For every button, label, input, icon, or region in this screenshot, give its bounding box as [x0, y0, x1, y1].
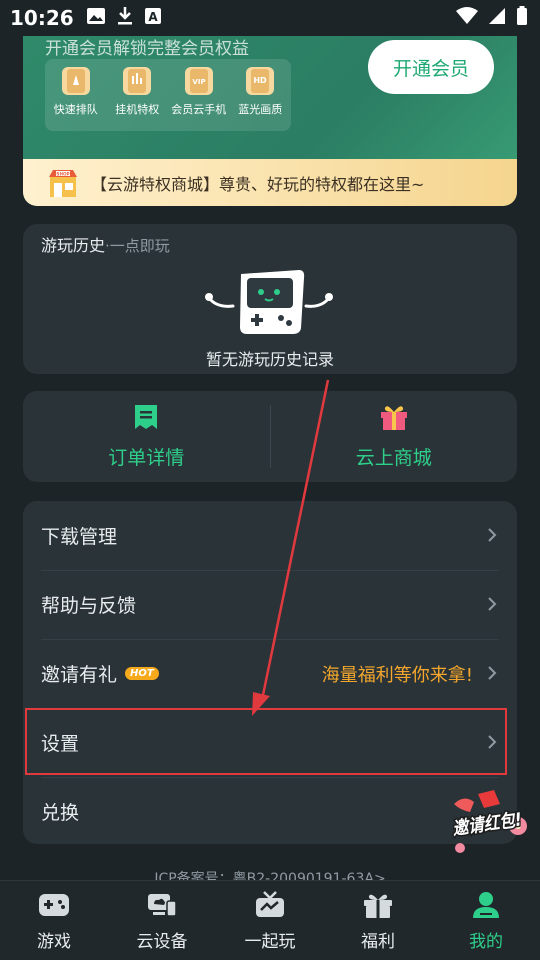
- profile-icon: [470, 891, 502, 923]
- perk-label: 挂机特权: [115, 103, 160, 116]
- perk-vip-phone: VIP 会员云手机: [171, 67, 227, 117]
- hangup-phone-icon: [123, 67, 152, 95]
- nav-tab-mine[interactable]: 我的: [432, 881, 540, 960]
- nav-label: 福利: [361, 932, 395, 952]
- nav-label: 云设备: [136, 932, 188, 952]
- perk-fast-queue: 快速排队: [48, 67, 104, 117]
- cloud-device-icon: [146, 891, 178, 923]
- history-empty-text: 暂无游玩历史记录: [205, 350, 334, 369]
- settings-menu-card: 下载管理 帮助与反馈 邀请有礼 HOT 海量福利等你来拿! 设置 兑换: [23, 501, 517, 844]
- battery-icon: [516, 6, 528, 30]
- wifi-icon: [456, 7, 478, 29]
- member-subtitle: 开通会员解锁完整会员权益: [45, 39, 249, 59]
- chevron-right-icon: [487, 665, 497, 681]
- menu-label: 兑换: [41, 802, 80, 824]
- cloud-mall-button[interactable]: 云上商城: [271, 391, 518, 482]
- perk-bluray: HD 蓝光画质: [232, 67, 288, 117]
- open-membership-button[interactable]: 开通会员: [368, 40, 494, 94]
- member-card[interactable]: 开通会员解锁完整会员权益 快速排队 挂机特权 VIP 会员云手机 HD 蓝光画质: [23, 36, 517, 206]
- shop-icon: SHOP: [47, 167, 79, 199]
- status-bar: 10:26 A: [0, 0, 540, 36]
- perk-hangup: 挂机特权: [109, 67, 165, 117]
- tv-icon: [254, 891, 286, 923]
- menu-label: 下载管理: [41, 526, 118, 548]
- nav-label: 我的: [469, 932, 503, 952]
- invite-float-text: 邀请红包!: [451, 809, 523, 840]
- signal-icon: [488, 7, 506, 29]
- perk-label: 会员云手机: [171, 103, 227, 116]
- vip-phone-icon: VIP: [184, 67, 213, 95]
- shop-icon-label: SHOP: [56, 171, 69, 176]
- nav-tab-cloud-device[interactable]: 云设备: [108, 881, 216, 960]
- cloud-mall-label: 云上商城: [355, 447, 432, 469]
- nav-label: 一起玩: [244, 932, 296, 952]
- nav-tab-play-together[interactable]: 一起玩: [216, 881, 324, 960]
- quick-actions-card: 订单详情 云上商城: [23, 391, 517, 482]
- gift-icon: [362, 891, 394, 923]
- nav-tab-games[interactable]: 游戏: [0, 881, 108, 960]
- status-time: 10:26: [10, 6, 74, 30]
- history-title-text: 游玩历史: [41, 236, 106, 255]
- rocket-phone-icon: [61, 67, 90, 95]
- invite-red-packet-button[interactable]: 邀请红包!: [448, 790, 532, 862]
- hd-phone-icon: HD: [246, 67, 275, 95]
- menu-item-invite[interactable]: 邀请有礼 HOT 海量福利等你来拿!: [23, 639, 517, 708]
- menu-item-help-feedback[interactable]: 帮助与反馈: [23, 570, 517, 639]
- hot-badge: HOT: [125, 667, 159, 680]
- history-title: 游玩历史·一点即玩: [41, 232, 170, 256]
- gift-icon: [379, 403, 409, 435]
- order-details-button[interactable]: 订单详情: [23, 391, 270, 482]
- svg-text:VIP: VIP: [192, 78, 205, 86]
- chevron-right-icon: [487, 596, 497, 612]
- order-details-label: 订单详情: [108, 447, 185, 469]
- gamepad-icon: [38, 891, 70, 923]
- image-icon: [86, 7, 106, 29]
- svg-text:A: A: [148, 10, 158, 24]
- member-perks: 快速排队 挂机特权 VIP 会员云手机 HD 蓝光画质: [45, 59, 291, 131]
- play-history-card: 游玩历史·一点即玩 暂无游玩历史记录: [23, 224, 517, 374]
- menu-item-redeem[interactable]: 兑换: [23, 777, 517, 844]
- nav-tab-welfare[interactable]: 福利: [324, 881, 432, 960]
- nav-label: 游戏: [37, 932, 71, 952]
- invite-promo-text: 海量福利等你来拿!: [321, 665, 473, 686]
- chevron-right-icon: [487, 527, 497, 543]
- perk-label: 蓝光画质: [238, 103, 283, 116]
- perk-label: 快速排队: [53, 103, 98, 116]
- privilege-shop-banner[interactable]: SHOP 【云游特权商城】尊贵、好玩的特权都在这里~: [23, 159, 517, 206]
- shop-banner-text: 【云游特权商城】尊贵、好玩的特权都在这里~: [91, 174, 425, 194]
- download-icon: [116, 6, 134, 30]
- bottom-navigation: 游戏 云设备 一起玩 福利 我的: [0, 880, 540, 960]
- svg-text:HD: HD: [254, 76, 268, 85]
- menu-label: 帮助与反馈: [41, 595, 137, 617]
- menu-item-download-manager[interactable]: 下载管理: [23, 501, 517, 570]
- accessibility-icon: A: [144, 7, 162, 29]
- menu-label: 邀请有礼: [41, 664, 118, 686]
- history-subtitle: ·一点即玩: [105, 237, 170, 255]
- empty-mascot-icon: [203, 268, 338, 338]
- settings-highlight-box: [25, 708, 507, 775]
- order-icon: [133, 403, 159, 435]
